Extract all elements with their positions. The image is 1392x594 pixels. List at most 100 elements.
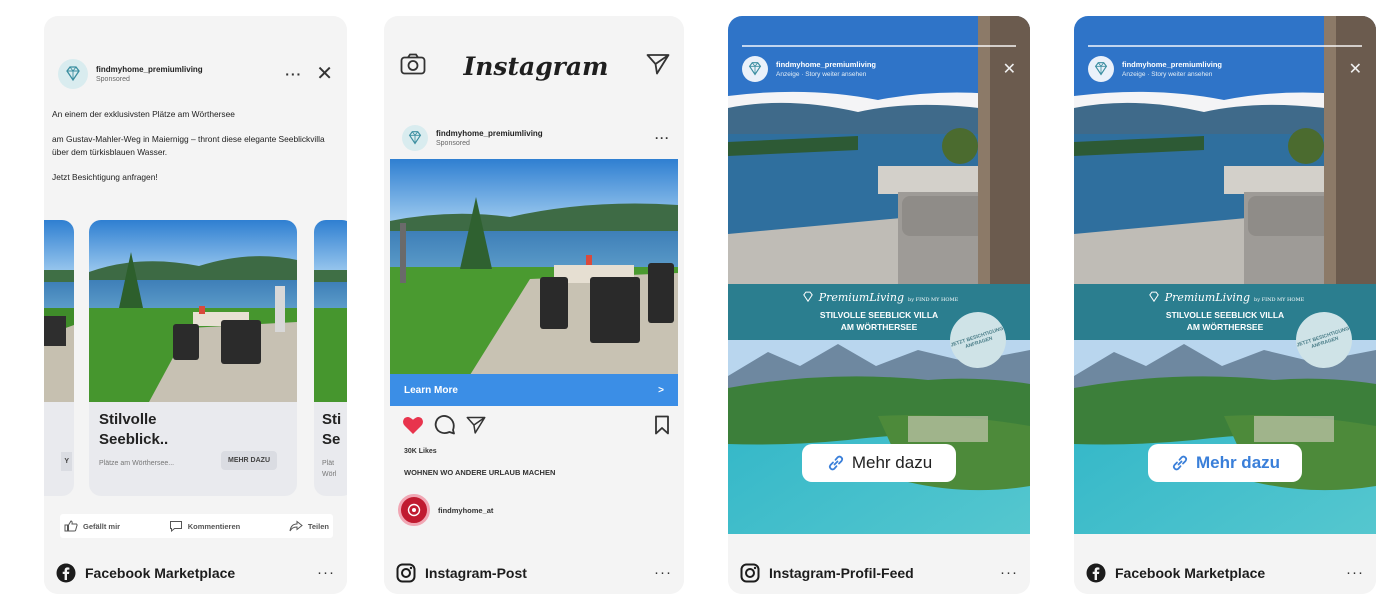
like-icon bbox=[64, 520, 78, 532]
like-button[interactable]: Gefällt mir bbox=[64, 520, 120, 532]
ad-text-line: am Gustav-Mahler-Weg in Maiernigg – thro… bbox=[52, 134, 325, 157]
heart-icon[interactable] bbox=[402, 415, 424, 435]
more-icon[interactable]: ··· bbox=[285, 66, 302, 82]
brand-logo: PremiumLiving by FIND MY HOME bbox=[1074, 290, 1376, 304]
more-icon[interactable]: ··· bbox=[1000, 565, 1018, 580]
placement-label: Facebook Marketplace bbox=[1115, 565, 1266, 581]
more-icon[interactable]: ··· bbox=[655, 131, 670, 145]
bookmark-icon[interactable] bbox=[654, 415, 670, 435]
ad-text-line: An einem der exklusivsten Plätze am Wört… bbox=[52, 109, 235, 119]
chevron-right-icon: > bbox=[658, 384, 664, 396]
send-icon[interactable] bbox=[646, 53, 670, 80]
placement-footer: Instagram-Profil-Feed ··· bbox=[728, 552, 1030, 594]
diamond-logo-icon[interactable] bbox=[402, 125, 428, 151]
sponsored-label: Sponsored bbox=[436, 140, 470, 147]
placement-label: Facebook Marketplace bbox=[85, 565, 236, 581]
mehr-dazu-label: Mehr dazu bbox=[1195, 453, 1281, 472]
brand-by: by FIND MY HOME bbox=[908, 297, 959, 303]
placement-footer: Facebook Marketplace ··· bbox=[44, 552, 347, 594]
more-icon[interactable]: ··· bbox=[317, 565, 335, 580]
close-icon[interactable]: ✕ bbox=[1003, 59, 1016, 79]
brand-name: PremiumLiving bbox=[1164, 290, 1251, 304]
share-button[interactable]: Teilen bbox=[289, 520, 329, 532]
carousel-card-subtitle: Plätze am Wörthersee... bbox=[99, 460, 175, 467]
ad-header: findmyhome_premiumliving Sponsored ··· ✕ bbox=[58, 54, 333, 94]
placement-label: Instagram-Post bbox=[425, 565, 527, 581]
carousel-card[interactable]: Stilvolle Seeblick.. Plätze am Wörtherse… bbox=[89, 220, 297, 496]
story-header: findmyhome_premiumliving Anzeige · Story… bbox=[1088, 56, 1362, 82]
facebook-marketplace-carousel-ad: findmyhome_premiumliving Sponsored ··· ✕… bbox=[44, 16, 347, 594]
avatar[interactable] bbox=[398, 494, 430, 526]
sponsored-label: Sponsored bbox=[96, 76, 130, 83]
account-name[interactable]: findmyhome_premiumliving bbox=[436, 129, 543, 138]
learn-more-label: Learn More bbox=[404, 384, 458, 396]
carousel-card-previous[interactable]: Y bbox=[44, 220, 74, 496]
villa-garden-photo bbox=[314, 220, 347, 402]
diamond-logo-icon[interactable] bbox=[1088, 56, 1114, 82]
mehr-dazu-button[interactable]: MEHR DAZU bbox=[221, 451, 277, 470]
comment-button[interactable]: Kommentieren bbox=[169, 520, 241, 532]
mehr-dazu-button[interactable]: Mehr dazu bbox=[802, 444, 956, 482]
learn-more-button[interactable]: Learn More > bbox=[390, 374, 678, 406]
instagram-icon bbox=[396, 563, 416, 583]
comment-icon[interactable] bbox=[434, 414, 456, 436]
story-media: findmyhome_premiumliving Anzeige · Story… bbox=[1074, 16, 1376, 534]
facebook-icon bbox=[56, 563, 76, 583]
placement-footer: Facebook Marketplace ··· bbox=[1074, 552, 1376, 594]
brand-name: PremiumLiving bbox=[818, 290, 905, 304]
placement-label: Instagram-Profil-Feed bbox=[769, 565, 914, 581]
link-icon bbox=[828, 455, 843, 471]
ad-text-line: Jetzt Besichtigung anfragen! bbox=[52, 172, 158, 182]
story-subtitle: Anzeige · Story weiter ansehen bbox=[776, 71, 867, 78]
account-name[interactable]: findmyhome_premiumliving bbox=[776, 60, 876, 69]
facebook-icon bbox=[1086, 563, 1106, 583]
comment-label: Kommentieren bbox=[187, 521, 241, 531]
instagram-post-ad: Instagram findmyhome_premiumliving Spons… bbox=[384, 16, 684, 594]
share-icon bbox=[289, 520, 303, 532]
story-media: findmyhome_premiumliving Anzeige · Story… bbox=[728, 16, 1030, 534]
like-label: Gefällt mir bbox=[83, 521, 121, 531]
carousel-card-next[interactable]: Sti Se Plät Wörl bbox=[314, 220, 347, 496]
send-icon[interactable] bbox=[466, 415, 486, 435]
instagram-icon bbox=[740, 563, 760, 583]
mehr-dazu-button[interactable]: Mehr dazu bbox=[1148, 444, 1302, 482]
ad-text: An einem der exklusivsten Plätze am Wört… bbox=[52, 108, 341, 196]
placement-footer: Instagram-Post ··· bbox=[384, 552, 684, 594]
villa-garden-photo bbox=[89, 220, 297, 402]
likes-count[interactable]: 30K Likes bbox=[404, 448, 437, 455]
post-caption: WOHNEN WO ANDERE URLAUB MACHEN bbox=[404, 468, 556, 477]
story-subtitle: Anzeige · Story weiter ansehen bbox=[1122, 71, 1213, 78]
comment-icon bbox=[169, 521, 182, 532]
brand-by: by FIND MY HOME bbox=[1254, 297, 1305, 303]
profile-name[interactable]: findmyhome_at bbox=[438, 506, 493, 515]
more-icon[interactable]: ··· bbox=[1346, 565, 1364, 580]
close-icon[interactable]: ✕ bbox=[316, 64, 333, 84]
carousel-card-title: Stilvolle Seeblick.. bbox=[99, 411, 169, 448]
villa-garden-photo bbox=[44, 220, 74, 402]
close-icon[interactable]: ✕ bbox=[1349, 59, 1362, 79]
post-actions: Gefällt mir Kommentieren Teilen bbox=[60, 514, 333, 538]
story-header: findmyhome_premiumliving Anzeige · Story… bbox=[742, 56, 1016, 82]
villa-garden-photo bbox=[390, 159, 678, 375]
link-icon bbox=[1172, 455, 1188, 471]
facebook-story-ad: findmyhome_premiumliving Anzeige · Story… bbox=[1074, 16, 1376, 594]
story-progress-bar bbox=[1088, 45, 1362, 47]
post-header: findmyhome_premiumliving Sponsored ··· bbox=[402, 125, 670, 151]
camera-icon[interactable] bbox=[400, 53, 426, 80]
share-label: Teilen bbox=[307, 521, 329, 531]
instagram-story-ad: findmyhome_premiumliving Anzeige · Story… bbox=[728, 16, 1030, 594]
post-actions bbox=[402, 412, 670, 438]
account-name[interactable]: findmyhome_premiumliving bbox=[1122, 60, 1222, 69]
post-photo bbox=[390, 159, 678, 375]
instagram-top-bar: Instagram bbox=[400, 51, 670, 81]
diamond-logo-icon[interactable] bbox=[58, 59, 88, 89]
comment-profile: findmyhome_at bbox=[398, 494, 493, 526]
story-progress-bar bbox=[742, 45, 1016, 47]
account-name[interactable]: findmyhome_premiumliving bbox=[96, 65, 203, 74]
carousel-card-title: Sti Se bbox=[322, 411, 342, 448]
mehr-dazu-label: Mehr dazu bbox=[851, 453, 933, 472]
brand-logo: PremiumLiving by FIND MY HOME bbox=[728, 290, 1030, 304]
more-icon[interactable]: ··· bbox=[654, 565, 672, 580]
diamond-logo-icon[interactable] bbox=[742, 56, 768, 82]
instagram-logo: Instagram bbox=[463, 51, 609, 81]
